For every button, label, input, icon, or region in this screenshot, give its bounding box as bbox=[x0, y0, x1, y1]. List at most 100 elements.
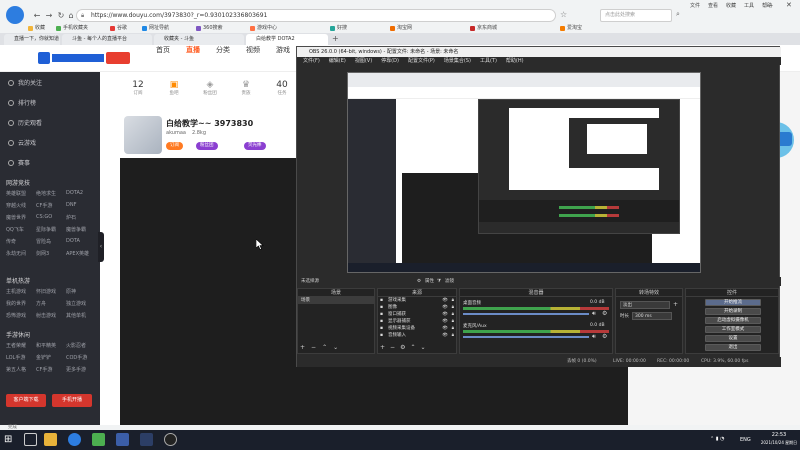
game-link[interactable]: 火影忍者 bbox=[66, 342, 96, 349]
bookmark-item[interactable]: 好搜 bbox=[330, 24, 347, 32]
game-link[interactable]: 第五人格 bbox=[6, 366, 36, 373]
download-client-button[interactable]: 客户端下载 bbox=[6, 394, 46, 407]
remove-icon[interactable]: − bbox=[311, 344, 316, 351]
stat-forum[interactable]: ▣ 鱼吧 bbox=[156, 80, 192, 96]
source-item[interactable]: ▪ 图像 👁︎ 🔒︎ bbox=[378, 304, 456, 311]
game-link[interactable]: LOL手游 bbox=[6, 354, 36, 361]
studio-mode-button[interactable]: 工作室模式 bbox=[705, 326, 761, 333]
nav-category[interactable]: 分类 bbox=[216, 45, 230, 55]
bookmark-item[interactable]: 手机收藏夹 bbox=[56, 24, 88, 32]
app-taskbar-icon[interactable] bbox=[92, 433, 105, 446]
lock-icon[interactable]: 🔒︎ bbox=[452, 311, 454, 318]
stat-noble[interactable]: ♛ 贵族 bbox=[228, 80, 264, 96]
obs-menu-item[interactable]: 停靠(D) bbox=[381, 57, 399, 65]
game-link[interactable]: 英雄联盟 bbox=[6, 190, 36, 197]
task-view-icon[interactable] bbox=[24, 433, 37, 446]
game-link[interactable]: 射击游戏 bbox=[36, 312, 66, 319]
home-button[interactable]: ⌂ bbox=[66, 10, 76, 20]
game-link[interactable]: 我的世界 bbox=[6, 300, 36, 307]
game-link[interactable]: 绝地求生 bbox=[36, 190, 66, 197]
new-tab-button[interactable]: + bbox=[332, 34, 339, 43]
exit-button[interactable]: 退出 bbox=[705, 344, 761, 351]
window-menu-tools[interactable]: 工具 bbox=[744, 2, 754, 9]
bookmark-item[interactable]: 淘宝网 bbox=[390, 24, 412, 32]
game-link[interactable]: 炉石 bbox=[66, 214, 96, 221]
obs-menu-item[interactable]: 编辑(E) bbox=[329, 57, 346, 65]
game-link[interactable]: 怀旧游戏 bbox=[36, 288, 66, 295]
nav-live[interactable]: 直播 bbox=[186, 45, 200, 55]
up-icon[interactable]: ⌃ bbox=[322, 344, 327, 351]
properties-button[interactable]: 属性 bbox=[425, 277, 434, 286]
sidebar-item-rank[interactable]: 排行榜 bbox=[8, 98, 36, 107]
volume-slider[interactable] bbox=[463, 336, 589, 338]
game-link[interactable]: 传奇 bbox=[6, 238, 36, 245]
volume-slider[interactable] bbox=[463, 313, 589, 315]
eye-icon[interactable]: 👁︎ bbox=[442, 332, 448, 339]
add-icon[interactable]: + bbox=[673, 301, 678, 308]
bookmark-item[interactable]: 爱淘宝 bbox=[560, 24, 582, 32]
obs-menu-item[interactable]: 工具(T) bbox=[480, 57, 497, 65]
bookmark-item[interactable]: 京东商城 bbox=[470, 24, 497, 32]
source-item[interactable]: ▪ 窗口捕获 👁︎ 🔒︎ bbox=[378, 311, 456, 318]
eye-icon[interactable]: 👁︎ bbox=[442, 304, 448, 311]
forward-button[interactable]: → bbox=[44, 10, 54, 20]
streamer-name[interactable]: akumaa bbox=[166, 130, 186, 136]
game-link[interactable]: CF手游 bbox=[36, 202, 66, 209]
glowstick-tag[interactable]: 荧光棒 bbox=[244, 142, 266, 150]
sidebar-collapse-button[interactable]: ‹ bbox=[98, 232, 104, 262]
speaker-icon[interactable]: 🔊︎ bbox=[592, 310, 596, 318]
tab-item-active[interactable]: 白给教学 DOTA2 bbox=[246, 34, 328, 45]
down-icon[interactable]: ⌄ bbox=[333, 344, 338, 351]
tray-icons[interactable]: ⌃ ▮ ◔ bbox=[710, 436, 724, 442]
tab-item[interactable]: 直播一下，你就知道 bbox=[4, 34, 60, 45]
tab-item[interactable]: 收藏夹 - 斗鱼 bbox=[154, 34, 244, 45]
speaker-icon[interactable]: 🔊︎ bbox=[592, 333, 596, 341]
fans-tag[interactable]: 粉丝团 bbox=[196, 142, 218, 150]
filter-icon[interactable]: ⧩ bbox=[437, 277, 441, 286]
nav-game[interactable]: 游戏 bbox=[276, 45, 290, 55]
game-link[interactable]: COD手游 bbox=[66, 354, 96, 361]
start-recording-button[interactable]: 开始录制 bbox=[705, 308, 761, 315]
game-link[interactable]: 王者荣耀 bbox=[6, 342, 36, 349]
sidebar-item-follow[interactable]: 我的关注 bbox=[8, 78, 42, 87]
bookmark-item[interactable]: 收藏 bbox=[28, 24, 45, 32]
star-icon[interactable]: ☆ bbox=[560, 10, 567, 19]
game-link[interactable]: 金铲铲 bbox=[36, 354, 66, 361]
game-link[interactable]: 方舟 bbox=[36, 300, 66, 307]
game-link[interactable]: 原神 bbox=[66, 288, 96, 295]
filters-button[interactable]: 滤镜 bbox=[445, 277, 454, 286]
windows-start-icon[interactable]: ⊞ bbox=[4, 433, 17, 446]
game-link[interactable]: 和平精英 bbox=[36, 342, 66, 349]
scene-item[interactable]: 场景 bbox=[298, 297, 374, 304]
transition-select[interactable]: 淡出 bbox=[620, 301, 670, 309]
source-item[interactable]: ▪ 音频输入 👁︎ 🔒︎ bbox=[378, 332, 456, 339]
game-link[interactable]: APEX英雄 bbox=[66, 250, 96, 257]
sidebar-item-history[interactable]: 历史观看 bbox=[8, 118, 42, 127]
gear-icon[interactable]: ⚙ bbox=[400, 344, 405, 351]
eye-icon[interactable]: 👁︎ bbox=[442, 311, 448, 318]
eye-icon[interactable]: 👁︎ bbox=[442, 318, 448, 325]
sidebar-item-events[interactable]: 赛事 bbox=[8, 158, 30, 167]
obs-taskbar-icon[interactable] bbox=[164, 433, 177, 446]
game-link[interactable]: 独立游戏 bbox=[66, 300, 96, 307]
obs-menu-item[interactable]: 场景集合(S) bbox=[444, 57, 471, 65]
bookmark-item[interactable]: 网址导航 bbox=[142, 24, 169, 32]
taskbar-clock[interactable]: 22:53 2021/10/24 星期日 bbox=[760, 432, 798, 446]
game-link[interactable]: 永劫无间 bbox=[6, 250, 36, 257]
reload-button[interactable]: ↻ bbox=[56, 10, 66, 20]
down-icon[interactable]: ⌄ bbox=[420, 344, 425, 351]
window-menu-view[interactable]: 查看 bbox=[708, 2, 718, 9]
game-link[interactable]: 魔兽争霸 bbox=[66, 226, 96, 233]
browser-search-input[interactable]: 点击此处搜索 bbox=[600, 9, 672, 22]
mobile-live-button[interactable]: 手机开播 bbox=[52, 394, 92, 407]
lock-icon[interactable]: 🔒︎ bbox=[452, 304, 454, 311]
bookmark-item[interactable]: 360搜索 bbox=[196, 24, 223, 32]
obs-menu-item[interactable]: 配置文件(P) bbox=[408, 57, 435, 65]
game-link[interactable]: DOTA bbox=[66, 238, 96, 245]
game-link[interactable]: DOTA2 bbox=[66, 190, 96, 197]
douyu-logo[interactable] bbox=[38, 51, 132, 65]
window-menu-file[interactable]: 文件 bbox=[690, 2, 700, 9]
game-link[interactable]: 穿越火线 bbox=[6, 202, 36, 209]
source-item[interactable]: ▪ 游戏采集 👁︎ 🔒︎ bbox=[378, 297, 456, 304]
gear-icon[interactable]: ⚙ bbox=[602, 310, 607, 317]
